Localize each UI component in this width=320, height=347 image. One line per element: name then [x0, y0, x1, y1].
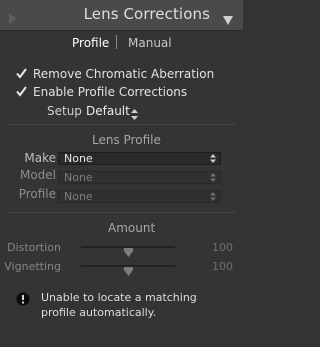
vignetting-value[interactable]: 100 — [205, 260, 233, 273]
distortion-slider-thumb[interactable] — [123, 242, 133, 257]
updown-arrows-icon — [210, 192, 216, 201]
vignetting-slider-thumb[interactable] — [123, 261, 133, 276]
warning-line-1: Unable to locate a matching — [41, 291, 197, 304]
tab-profile[interactable]: Profile — [72, 36, 109, 50]
alert-icon — [16, 291, 30, 306]
remove-chromatic-aberration-checkbox[interactable] — [16, 68, 27, 79]
panel-header[interactable]: Lens Corrections — [0, 0, 243, 31]
enable-profile-corrections-checkbox[interactable] — [16, 86, 27, 97]
enable-profile-corrections-label[interactable]: Enable Profile Corrections — [33, 85, 187, 99]
profile-select-value: None — [64, 190, 93, 203]
remove-chromatic-aberration-label[interactable]: Remove Chromatic Aberration — [33, 67, 214, 81]
model-label: Model — [19, 168, 56, 182]
disclosure-triangle-icon[interactable] — [8, 9, 18, 24]
make-label: Make — [24, 151, 56, 165]
distortion-value[interactable]: 100 — [205, 241, 233, 254]
panel-title: Lens Corrections — [83, 5, 210, 23]
lens-profile-heading: Lens Profile — [92, 133, 161, 147]
profile-select[interactable]: None — [58, 190, 221, 203]
vignetting-label: Vignetting — [4, 260, 61, 273]
section-divider — [8, 212, 235, 213]
profile-label: Profile — [18, 187, 56, 201]
tab-separator — [116, 35, 117, 49]
model-select[interactable]: None — [58, 171, 221, 184]
amount-heading: Amount — [108, 221, 156, 235]
make-select-value: None — [64, 152, 93, 165]
collapse-triangle-icon[interactable] — [223, 10, 233, 25]
make-select[interactable]: None — [58, 152, 221, 165]
warning-line-2: profile automatically. — [41, 306, 157, 319]
setup-label: Setup — [47, 104, 82, 118]
updown-arrows-icon — [210, 154, 216, 163]
setup-dropdown[interactable]: Default — [86, 104, 130, 118]
model-select-value: None — [64, 171, 93, 184]
distortion-label: Distortion — [7, 241, 61, 254]
tab-manual[interactable]: Manual — [128, 36, 172, 50]
updown-arrows-icon[interactable] — [131, 105, 138, 120]
updown-arrows-icon — [210, 173, 216, 182]
section-divider — [8, 124, 235, 125]
